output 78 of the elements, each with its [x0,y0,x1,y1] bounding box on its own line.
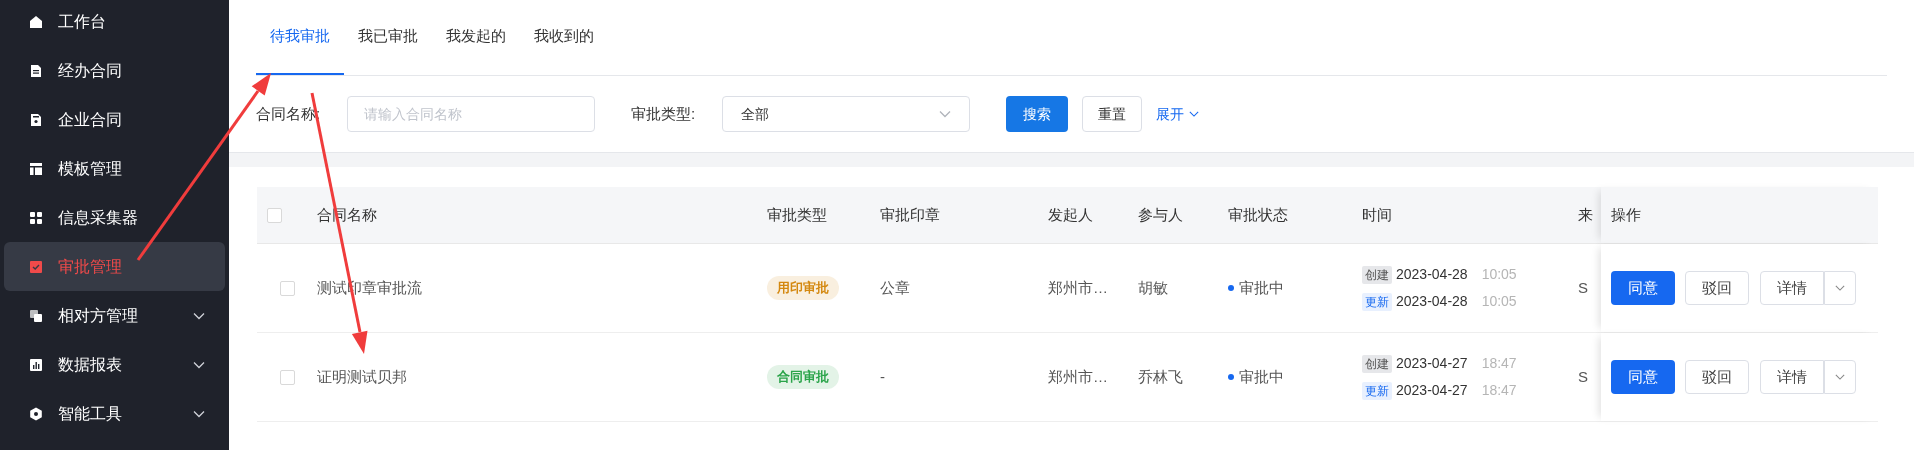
column-header: 参与人 [1138,205,1183,223]
type-tag: 合同审批 [767,365,839,389]
filter-label: 审批类型: [631,103,697,124]
date-text: 2023-04-28 [1396,265,1468,284]
table-cell: S [1578,278,1588,296]
time-tag: 创建 [1362,265,1392,284]
time-text: 18:47 [1481,354,1517,373]
expand-link[interactable]: 展开 [1156,103,1199,125]
chevron-down-icon [193,360,205,369]
column-header: 时间 [1362,205,1392,223]
table-cell: 郑州市… [1048,278,1108,296]
date-text: 2023-04-27 [1396,381,1468,400]
table-cell: 乔林飞 [1138,367,1183,385]
more-button[interactable] [1824,360,1856,394]
time-tag: 更新 [1362,381,1392,400]
time-text: 10:05 [1481,292,1517,311]
approve-button[interactable]: 同意 [1611,360,1675,394]
bar-chart-icon [29,357,43,372]
copy-icon [29,308,43,323]
reset-button[interactable]: 重置 [1082,96,1142,132]
tab[interactable]: 我收到的 [520,0,608,75]
tab[interactable]: 待我审批 [256,0,344,75]
tab[interactable]: 我已审批 [344,0,432,75]
chevron-down-icon [193,409,205,418]
table-cell: - [880,367,885,385]
type-tag: 用印审批 [767,276,839,300]
sidebar-item[interactable]: 智能工具 [4,389,225,438]
checkbox[interactable] [280,369,295,385]
reject-button[interactable]: 驳回 [1685,271,1749,305]
sidebar-item[interactable]: 信息采集器 [4,193,225,242]
time-tag: 更新 [1362,292,1392,311]
column-header: 审批印章 [880,205,940,223]
layout-icon [29,161,43,176]
sidebar-item[interactable]: 企业合同 [4,95,225,144]
table-cell: 胡敏 [1138,278,1168,296]
sidebar-item[interactable]: 相对方管理 [4,291,225,340]
column-header: 审批状态 [1228,205,1288,223]
time-text: 10:05 [1481,265,1517,284]
checkbox[interactable] [280,280,295,296]
approve-button[interactable]: 同意 [1611,271,1675,305]
chevron-down-icon [939,110,951,118]
tab[interactable]: 我发起的 [432,0,520,75]
home-icon [29,14,43,29]
document-icon [29,112,43,127]
chevron-down-icon [1835,373,1845,381]
sidebar-item[interactable]: 模板管理 [4,144,225,193]
column-header: 来 [1578,205,1593,223]
column-header: 审批类型 [767,205,827,223]
document-icon [29,63,43,78]
details-button[interactable]: 详情 [1760,271,1824,305]
contract-name-field[interactable]: 请输入合同名称 [347,96,595,132]
time-tag: 创建 [1362,354,1392,373]
reject-button[interactable]: 驳回 [1685,360,1749,394]
date-text: 2023-04-28 [1396,292,1468,311]
status-text: 审批中 [1239,277,1284,298]
table-cell: 公章 [880,278,910,296]
sidebar-item[interactable]: 数据报表 [4,340,225,389]
checkbox[interactable] [267,207,282,223]
table-cell: 证明测试贝邦 [317,367,407,385]
chevron-down-icon [1835,284,1845,292]
table-cell: S [1578,367,1588,385]
date-text: 2023-04-27 [1396,354,1468,373]
chevron-down-icon [1189,110,1199,118]
table-cell: 郑州市… [1048,367,1108,385]
checklist-icon [29,259,43,274]
sidebar-item[interactable]: 经办合同 [4,46,225,95]
hexagon-icon [29,406,43,421]
more-button[interactable] [1824,271,1856,305]
column-header: 操作 [1611,204,1641,225]
sidebar-item[interactable]: 工作台 [4,0,225,46]
chevron-down-icon [193,311,205,320]
details-button[interactable]: 详情 [1760,360,1824,394]
grid-icon [29,210,43,225]
time-text: 18:47 [1481,381,1517,400]
search-button[interactable]: 搜索 [1006,96,1068,132]
type-select[interactable]: 全部 [722,96,970,132]
status-text: 审批中 [1239,366,1284,387]
column-header: 发起人 [1048,205,1093,223]
